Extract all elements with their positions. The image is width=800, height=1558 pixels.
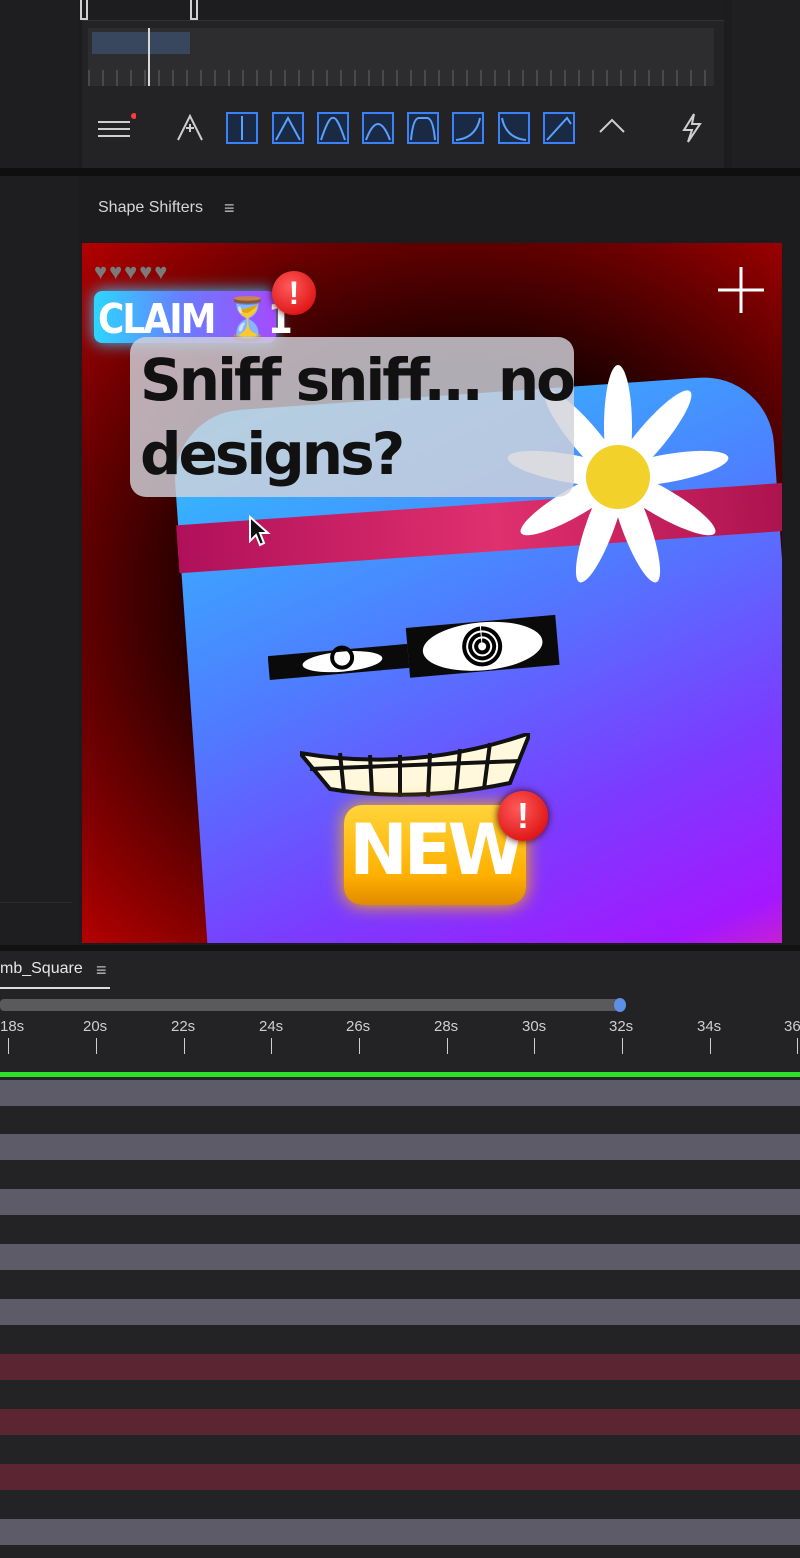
tick-label: 26s (346, 1018, 371, 1035)
timeline-tab-underline (0, 987, 110, 989)
layer-track[interactable] (0, 1464, 800, 1490)
tick-label: 30s (522, 1018, 547, 1035)
alert-icon: ! (272, 271, 316, 315)
plus-icon[interactable] (718, 267, 764, 313)
left-panel (0, 0, 78, 945)
layer-track[interactable] (0, 1354, 800, 1380)
tick-label: 28s (434, 1018, 459, 1035)
work-area-indicator (0, 1072, 800, 1077)
mini-timeline-selection[interactable] (92, 32, 190, 54)
timeline-zoom-bar[interactable] (0, 999, 620, 1011)
panel-separator (0, 168, 800, 176)
tick-mark (96, 1038, 97, 1054)
layer-track[interactable] (0, 1189, 800, 1215)
timeline-tab[interactable]: mb_Square (0, 960, 83, 978)
mini-playhead[interactable] (148, 28, 150, 86)
tick-mark (797, 1038, 798, 1054)
tick-label: 24s (259, 1018, 284, 1035)
character-teeth (300, 733, 530, 798)
ease-plateau-icon[interactable] (407, 112, 439, 144)
mini-timeline-ruler (88, 70, 714, 86)
ease-overshoot-icon[interactable] (543, 112, 575, 144)
work-area-end-handle[interactable] (190, 0, 198, 20)
layer-track[interactable] (0, 1134, 800, 1160)
tick-mark (359, 1038, 360, 1054)
left-panel-divider (0, 902, 72, 903)
tick-label: 20s (83, 1018, 108, 1035)
ease-hold-icon[interactable] (226, 112, 258, 144)
work-area-start-handle[interactable] (80, 0, 88, 20)
timeline-zoom-handle[interactable] (614, 998, 626, 1012)
tick-mark (8, 1038, 9, 1054)
ease-out-icon[interactable] (452, 112, 484, 144)
tick-label: 34s (697, 1018, 722, 1035)
menu-icon[interactable] (96, 112, 137, 144)
timeline-menu-icon[interactable]: ≡ (96, 961, 107, 979)
ease-in-out-peak-icon[interactable] (317, 112, 349, 144)
character-eyes (268, 614, 560, 681)
panel-menu-icon[interactable]: ≡ (224, 199, 235, 217)
tick-mark (710, 1038, 711, 1054)
layer-track[interactable] (0, 1409, 800, 1435)
lightning-icon[interactable] (676, 112, 708, 144)
tick-label: 18s (0, 1018, 25, 1035)
layer-track[interactable] (0, 1244, 800, 1270)
ease-arc-icon[interactable] (362, 112, 394, 144)
layer-track[interactable] (0, 1080, 800, 1106)
panel-title[interactable]: Shape Shifters (98, 199, 203, 217)
composition-preview[interactable]: ♥♥♥♥♥ CLAIM ⏳1 ! Sniff sniff... no desig… (82, 243, 782, 943)
new-alert-icon: ! (498, 791, 548, 841)
tick-mark (534, 1038, 535, 1054)
easing-toolbar (82, 100, 724, 156)
timeline-top-border (0, 945, 800, 951)
layer-track[interactable] (0, 1299, 800, 1325)
tick-mark (271, 1038, 272, 1054)
tick-label: 32s (609, 1018, 634, 1035)
layer-track[interactable] (0, 1519, 800, 1545)
anchor-pen-icon[interactable] (174, 112, 206, 144)
tick-label: 22s (171, 1018, 196, 1035)
hearts-row: ♥♥♥♥♥ (94, 259, 170, 284)
ease-in-icon[interactable] (498, 112, 530, 144)
tick-mark (447, 1038, 448, 1054)
speech-text: Sniff sniff... no designs? (140, 346, 576, 488)
work-area-bar[interactable] (82, 0, 724, 21)
chevron-up-icon[interactable] (596, 112, 628, 144)
side-panel (732, 0, 800, 168)
ease-linear-peak-icon[interactable] (272, 112, 304, 144)
tick-label: 36 (784, 1018, 800, 1035)
mouse-cursor-icon (249, 515, 271, 547)
tick-mark (622, 1038, 623, 1054)
tick-mark (184, 1038, 185, 1054)
